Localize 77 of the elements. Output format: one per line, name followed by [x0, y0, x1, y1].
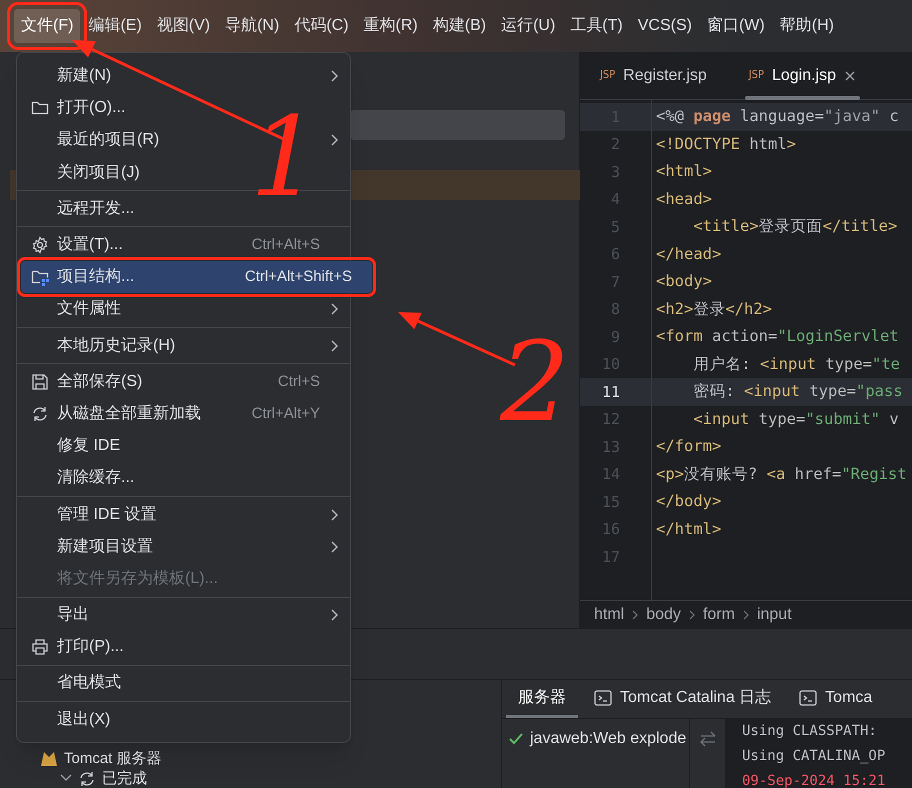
menu-item[interactable]: 导航(N)	[218, 9, 286, 43]
printer-icon	[31, 638, 49, 656]
gear-icon	[31, 236, 49, 254]
menu-item[interactable]: 运行(U)	[494, 9, 562, 43]
code-line: </form>	[656, 436, 722, 458]
menu-item[interactable]: 导出	[21, 599, 346, 632]
menu-item[interactable]: 编辑(E)	[81, 9, 149, 43]
code-line: <form action="LoginServlet	[656, 326, 899, 348]
editor-tab[interactable]: JSP Register.jsp	[596, 52, 711, 100]
terminal-icon	[799, 688, 818, 706]
code-line: <title>登录页面</title>	[692, 216, 898, 238]
menu-item[interactable]: 新建项目设置	[21, 530, 346, 563]
menu-item[interactable]: 工具(T)	[563, 9, 630, 43]
panel-tab[interactable]: Tomca	[787, 680, 884, 718]
menu-item[interactable]: 退出(X)	[21, 704, 346, 736]
code-line: <input type="submit" v	[692, 408, 899, 430]
menu-item[interactable]: 本地历史记录(H)	[21, 330, 346, 362]
menu-item[interactable]: 从磁盘全部重新加载 Ctrl+Alt+Y	[21, 398, 346, 430]
menu-item[interactable]: 代码(C)	[287, 9, 356, 43]
editor-tab[interactable]: JSP Login.jsp	[744, 52, 860, 100]
menu-item[interactable]: 文件属性	[21, 293, 346, 326]
code-line: <head>	[656, 188, 712, 210]
code-line: <body>	[656, 271, 712, 292]
file-type-label: JSP	[600, 67, 616, 84]
code-line: </head>	[656, 244, 722, 265]
breadcrumb[interactable]: body	[646, 602, 681, 626]
menu-item[interactable]: 省电模式	[21, 667, 346, 700]
menu-item[interactable]: 打印(P)...	[21, 631, 346, 664]
menu-item[interactable]: 窗口(W)	[700, 9, 772, 43]
handwritten-number: 1	[250, 93, 320, 221]
menu-item[interactable]: VCS(S)	[630, 9, 699, 43]
menu-item[interactable]: 文件(F)	[14, 9, 80, 43]
reload-icon	[31, 404, 49, 423]
swap-icon[interactable]	[698, 731, 716, 747]
panel-tab[interactable]: 服务器	[506, 680, 578, 718]
close-icon[interactable]	[844, 70, 856, 82]
code-line: </html>	[656, 518, 722, 540]
menu-item[interactable]: 重构(R)	[356, 9, 425, 43]
file-type-label: JSP	[748, 67, 764, 84]
deployment-item[interactable]: javaweb:Web explode	[530, 727, 686, 751]
breadcrumb[interactable]: input	[756, 602, 792, 626]
chevron-right-icon	[632, 610, 638, 620]
code-line: </body>	[656, 491, 722, 512]
console-line: Using CATALINA_OP	[742, 747, 886, 766]
breadcrumb[interactable]: html	[594, 602, 624, 626]
terminal-icon	[594, 688, 612, 706]
breadcrumb[interactable]: form	[702, 602, 735, 626]
console-line: 09-Sep-2024 15:21	[742, 772, 886, 788]
code-line: <h2>登录</h2>	[656, 298, 772, 320]
cat-icon	[40, 750, 58, 768]
code-line: 密码: <input type="pass	[692, 381, 903, 402]
tree-item[interactable]: Tomcat 服务器	[64, 748, 162, 770]
folder-grid-icon	[31, 268, 49, 286]
chevron-right-icon	[742, 610, 749, 620]
reload-icon	[78, 770, 96, 788]
menu-item[interactable]: 设置(T)... Ctrl+Alt+S	[21, 228, 346, 262]
menu-item[interactable]: 帮助(H)	[772, 9, 841, 43]
code-line: <%@ page language="java" c	[656, 106, 899, 128]
console-line: Using CLASSPATH:	[742, 722, 877, 741]
menu-item[interactable]: 修复 IDE	[21, 430, 346, 462]
line-number: 11	[600, 382, 620, 402]
menu-item[interactable]: 视图(V)	[150, 9, 218, 43]
menu-item[interactable]: 管理 IDE 设置	[21, 498, 346, 531]
chevron-right-icon	[688, 610, 695, 620]
panel-tab[interactable]: Tomcat Catalina 日志	[582, 680, 784, 718]
code-line: 用户名: <input type="te	[692, 354, 900, 375]
handwritten-number: 2	[500, 318, 570, 446]
menu-item[interactable]: 构建(B)	[426, 9, 494, 43]
menu-item[interactable]: 全部保存(S) Ctrl+S	[21, 366, 346, 398]
menu-item[interactable]: 清除缓存...	[21, 462, 346, 494]
code-line: <p>没有账号? <a href="Regist	[656, 464, 907, 485]
tree-item[interactable]: 已完成	[102, 768, 147, 788]
save-icon	[31, 372, 49, 391]
menu-item[interactable]: 项目结构... Ctrl+Alt+Shift+S	[21, 261, 372, 294]
code-line: <html>	[656, 161, 712, 182]
code-line: <!DOCTYPE html>	[656, 134, 796, 155]
menu-item[interactable]: 新建(N)	[21, 60, 346, 92]
